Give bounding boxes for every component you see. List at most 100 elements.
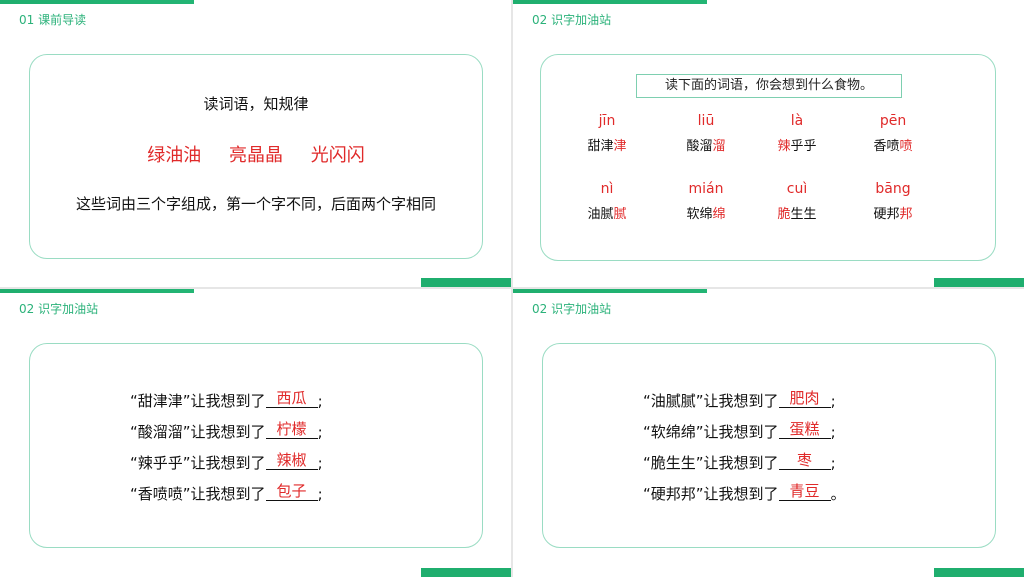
content-card: “油腻腻”让我想到了 肥肉; “软绵绵”让我想到了 蛋糕; “脆生生”让我想到了枣; “硬… (542, 343, 996, 548)
word-part: 腻 (613, 207, 627, 222)
pinyin: nì (600, 181, 614, 197)
bottom-accent-bar (421, 278, 511, 287)
word: 软绵绵 (666, 203, 746, 222)
prompt-box: 读下面的词语，你会想到什么食物。 (636, 74, 902, 98)
sentence-text: 让我想到了 (190, 485, 266, 503)
punctuation: ; (317, 392, 323, 410)
word-part: 津 (600, 139, 614, 154)
answer-blank: 枣 (778, 452, 831, 470)
slide-1: 01 课前导读 读词语，知规律 绿油油 亮晶晶 光闪闪 这些词由三个字组成，第一… (0, 0, 511, 287)
word-item: mián 软绵绵 (666, 181, 746, 222)
slide-3: 02 识字加油站 “甜津津”让我想到了 西瓜; “酸溜溜”让我想到了 柠檬; “辣乎乎”… (0, 289, 511, 577)
word-part: 绵 (712, 207, 726, 222)
example-word: 绿油油 (147, 145, 202, 166)
slide-4: 02 识字加油站 “油腻腻”让我想到了 肥肉; “软绵绵”让我想到了 蛋糕; “脆生生”… (513, 289, 1024, 577)
word-part: 溜 (712, 139, 726, 154)
punctuation: ; (830, 392, 836, 410)
sentence-text: 让我想到了 (190, 392, 266, 410)
top-accent-bar (513, 289, 707, 293)
sentence-line: “香喷喷”让我想到了 包子; (30, 483, 482, 504)
punctuation: ; (317, 423, 323, 441)
word: 酸溜溜 (666, 135, 746, 154)
section-title: 02 识字加油站 (532, 13, 612, 27)
word-part: 软绵 (686, 207, 713, 222)
punctuation: ; (317, 454, 323, 472)
word-item: cuì 脆生生 (757, 181, 837, 222)
pinyin: bāng (875, 181, 911, 197)
example-word: 光闪闪 (310, 145, 365, 166)
pinyin: jīn (598, 113, 616, 129)
punctuation: ; (317, 485, 323, 503)
answer-blank: 青豆 (778, 483, 831, 501)
answer-blank: 包子 (265, 483, 318, 501)
quoted-word: “香喷喷” (130, 485, 191, 503)
word-item: là 辣乎乎 (757, 113, 837, 154)
sentence-text: 让我想到了 (703, 485, 779, 503)
word-part: 油腻 (587, 207, 614, 222)
word-part: 脆 (777, 207, 791, 222)
word-item: pēn 香喷喷 (853, 113, 933, 154)
quoted-word: “软绵绵” (643, 423, 704, 441)
word: 硬邦邦 (853, 203, 933, 222)
sentence-line: “甜津津”让我想到了 西瓜; (30, 390, 482, 411)
content-card: 读词语，知规律 绿油油 亮晶晶 光闪闪 这些词由三个字组成，第一个字不同，后面两… (29, 54, 483, 259)
section-title: 02 识字加油站 (19, 302, 99, 316)
answer-blank: 西瓜 (265, 390, 318, 408)
word: 油腻腻 (567, 203, 647, 222)
section-title: 01 课前导读 (19, 13, 87, 27)
word-part: 辣 (777, 139, 791, 154)
content-card: 读下面的词语，你会想到什么食物。 jīn 甜津津 liū 酸溜溜 là 辣乎乎 pēn 香喷喷… (540, 54, 996, 261)
quoted-word: “脆生生” (643, 454, 704, 472)
word-item: nì 油腻腻 (567, 181, 647, 222)
bottom-accent-bar (934, 278, 1024, 287)
sentence-text: 让我想到了 (703, 423, 779, 441)
pinyin: mián (688, 181, 724, 197)
word-part: 邦 (899, 207, 913, 222)
subtitle: 读词语，知规律 (203, 95, 309, 113)
sentence-line: “硬邦邦”让我想到了 青豆。 (543, 483, 995, 504)
top-accent-bar (0, 0, 194, 4)
quoted-word: “油腻腻” (643, 392, 704, 410)
bottom-accent-bar (934, 568, 1024, 577)
word-part: 甜 (587, 139, 601, 154)
punctuation: ; (830, 423, 836, 441)
pinyin: cuì (786, 181, 808, 197)
bottom-accent-bar (421, 568, 511, 577)
pinyin: pēn (879, 113, 907, 129)
sentence-text: 让我想到了 (703, 392, 779, 410)
sentence-line: “辣乎乎”让我想到了 辣椒; (30, 452, 482, 473)
section-title: 02 识字加油站 (532, 302, 612, 316)
quoted-word: “酸溜溜” (130, 423, 191, 441)
pinyin: là (790, 113, 804, 129)
top-accent-bar (0, 289, 194, 293)
top-accent-bar (513, 0, 707, 4)
word: 甜津津 (567, 135, 647, 154)
word: 脆生生 (757, 203, 837, 222)
sentence-text: 让我想到了 (190, 423, 266, 441)
content-card: “甜津津”让我想到了 西瓜; “酸溜溜”让我想到了 柠檬; “辣乎乎”让我想到了 辣椒; “… (29, 343, 483, 548)
word-part: 喷 (899, 139, 913, 154)
answer-blank: 辣椒 (265, 452, 318, 470)
punctuation: 。 (830, 485, 846, 503)
rule-text: 这些词由三个字组成，第一个字不同，后面两个字相同 (75, 195, 436, 213)
sentence-line: “油腻腻”让我想到了 肥肉; (543, 390, 995, 411)
word: 香喷喷 (853, 135, 933, 154)
word-item: jīn 甜津津 (567, 113, 647, 154)
word-part: 酸溜 (686, 139, 713, 154)
quoted-word: “硬邦邦” (643, 485, 704, 503)
sentence-line: “脆生生”让我想到了枣; (543, 452, 995, 473)
example-words: 绿油油 亮晶晶 光闪闪 (30, 141, 482, 167)
quoted-word: “辣乎乎” (130, 454, 191, 472)
word-part: 硬邦 (873, 207, 900, 222)
word-part: 香喷 (873, 139, 900, 154)
sentence-text: 让我想到了 (703, 454, 779, 472)
answer-blank: 肥肉 (778, 390, 831, 408)
pinyin: liū (697, 113, 715, 129)
sentence-line: “软绵绵”让我想到了 蛋糕; (543, 421, 995, 442)
word: 辣乎乎 (757, 135, 837, 154)
word-part: 生生 (790, 207, 817, 222)
sentence-line: “酸溜溜”让我想到了 柠檬; (30, 421, 482, 442)
punctuation: ; (830, 454, 836, 472)
word-part: 乎乎 (790, 139, 817, 154)
answer-blank: 柠檬 (265, 421, 318, 439)
